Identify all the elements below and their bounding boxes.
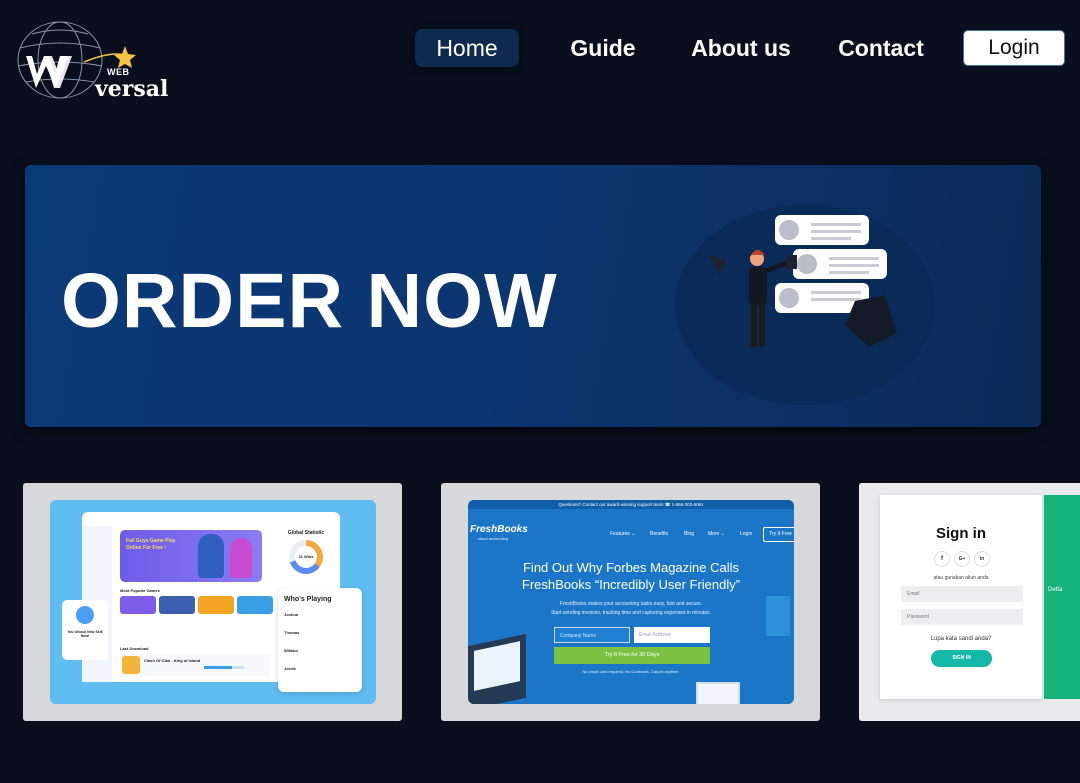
fb-nav-features[interactable]: Features ⌄ bbox=[610, 531, 635, 537]
stat-value: 21 Wins bbox=[295, 546, 317, 568]
player-name: Thomas bbox=[284, 630, 300, 635]
freshbooks-screenshot: Questions? Contact our award-winning sup… bbox=[468, 500, 794, 704]
hero-title: ORDER NOW bbox=[61, 258, 558, 344]
nav-contact[interactable]: Contact bbox=[830, 29, 932, 67]
last-download-heading: Last Download bbox=[120, 646, 149, 651]
portfolio-card-freshbooks[interactable]: Questions? Contact our award-winning sup… bbox=[441, 483, 820, 721]
fb-company-input[interactable]: Company Name bbox=[554, 627, 630, 643]
freshbooks-logo[interactable]: FreshBooks bbox=[470, 524, 528, 535]
download-row[interactable]: Clash Of Clan - King of Island bbox=[120, 654, 270, 676]
dashboard-banner: Fall Guys Game Play Online For Free ! bbox=[120, 530, 262, 582]
game-thumb[interactable] bbox=[198, 596, 234, 614]
signin-title: Sign in bbox=[936, 525, 986, 542]
fb-nav-login[interactable]: Login bbox=[740, 531, 752, 537]
stat-title: Global Statistic bbox=[287, 530, 325, 536]
whos-playing-panel: Who's Playing Joshua Thomas William Jord… bbox=[278, 588, 362, 692]
game-icon bbox=[122, 656, 140, 674]
login-button[interactable]: Login bbox=[963, 30, 1065, 66]
download-progress bbox=[204, 666, 244, 669]
character-icon bbox=[230, 538, 252, 578]
fb-nav-benefits[interactable]: Benefits bbox=[650, 531, 668, 537]
whos-playing-title: Who's Playing bbox=[284, 596, 332, 603]
google-plus-icon[interactable]: G+ bbox=[954, 551, 970, 567]
signin-form-panel: Sign in f G+ in atau gunakan akun anda E… bbox=[880, 495, 1042, 699]
fb-sub-1: FreshBooks makes your accounting tasks e… bbox=[559, 601, 703, 607]
global-statistic-widget: Global Statistic 21 Wins bbox=[278, 530, 334, 586]
character-icon bbox=[198, 534, 224, 578]
fb-headline-1: Find Out Why Forbes Magazine Calls bbox=[522, 560, 740, 575]
player-name: Jordie bbox=[284, 666, 297, 671]
unlock-skill-card: You Unlock New Skill Now! bbox=[62, 600, 108, 660]
freshbooks-topbar: Questions? Contact our award-winning sup… bbox=[468, 500, 794, 509]
signin-alt-text: atau gunakan akun anda bbox=[933, 575, 989, 581]
signin-frame: Sign in f G+ in atau gunakan akun anda E… bbox=[859, 483, 1080, 721]
stat-donut: 21 Wins bbox=[289, 540, 323, 574]
freshbooks-logo-sub: cloud accounting bbox=[478, 536, 509, 541]
game-thumb[interactable] bbox=[237, 596, 273, 614]
popular-games-heading: Most Popular Games bbox=[120, 588, 160, 593]
fb-try-free-button[interactable]: Try It Free bbox=[763, 527, 794, 542]
laptop-graphic bbox=[468, 633, 526, 704]
linkedin-icon[interactable]: in bbox=[974, 551, 990, 567]
facebook-icon[interactable]: f bbox=[934, 551, 950, 567]
brand-logo[interactable]: WEB versal bbox=[14, 16, 168, 100]
fb-email-input[interactable]: Email Address bbox=[634, 627, 710, 643]
nav-guide[interactable]: Guide bbox=[560, 29, 646, 67]
game-thumb[interactable] bbox=[120, 596, 156, 614]
portfolio-card-gaming[interactable]: Fall Guys Game Play Online For Free ! Gl… bbox=[23, 483, 402, 721]
fb-nav-blog[interactable]: Blog bbox=[684, 531, 694, 537]
signin-button[interactable]: SIGN IN bbox=[931, 650, 992, 667]
fb-nav-more[interactable]: More ⌄ bbox=[708, 531, 725, 537]
chat-person-illustration bbox=[675, 205, 935, 405]
side-text: Defta bbox=[1048, 587, 1063, 593]
gaming-dashboard-screenshot: Fall Guys Game Play Online For Free ! Gl… bbox=[50, 500, 376, 704]
player-name: William bbox=[284, 648, 298, 653]
unlock-text: You Unlock New Skill Now! bbox=[67, 630, 103, 638]
tablet-graphic bbox=[696, 682, 740, 704]
signin-green-panel: Defta bbox=[1044, 495, 1080, 699]
forgot-password-link[interactable]: Lupa kata sandi anda? bbox=[880, 636, 1042, 642]
order-now-banner[interactable]: ORDER NOW bbox=[25, 165, 1041, 427]
download-title: Clash Of Clan - King of Island bbox=[144, 658, 201, 663]
site-header: WEB versal Home Guide About us Contact L… bbox=[0, 0, 1080, 110]
nav-home[interactable]: Home bbox=[415, 29, 519, 67]
nav-about-us[interactable]: About us bbox=[685, 29, 797, 67]
banner-title: Fall Guys Game Play Online For Free ! bbox=[126, 538, 176, 551]
portfolio-card-signin[interactable]: Sign in f G+ in atau gunakan akun anda E… bbox=[859, 483, 1080, 721]
fb-sub-2: Start sending invoices, tracking time an… bbox=[550, 610, 712, 616]
decor-graphic bbox=[766, 596, 790, 636]
signin-password-input[interactable]: Password bbox=[901, 609, 1023, 625]
fb-headline-2: FreshBooks “Incredibly User Friendly” bbox=[521, 577, 741, 592]
logo-text-versal: versal bbox=[95, 76, 169, 102]
player-name: Joshua bbox=[284, 612, 299, 617]
lock-icon bbox=[76, 606, 94, 624]
fb-cta-button[interactable]: Try It Free for 30 Days bbox=[554, 647, 710, 664]
signin-email-input[interactable]: Email bbox=[901, 586, 1023, 602]
game-thumb[interactable] bbox=[159, 596, 195, 614]
